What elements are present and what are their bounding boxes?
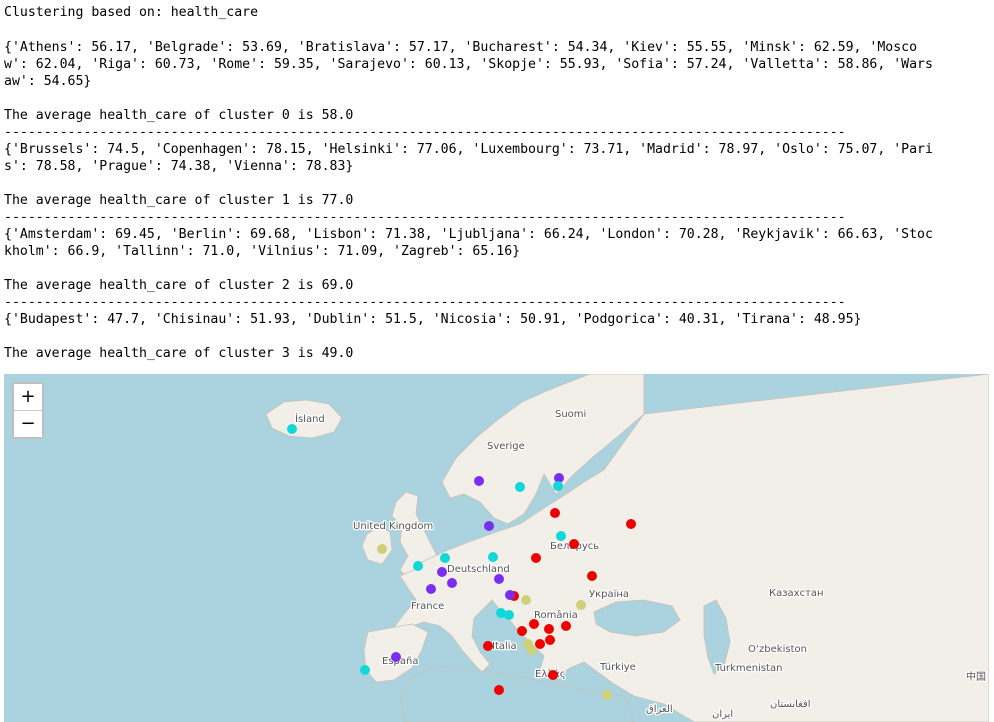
city-marker[interactable] [626,519,636,529]
city-marker[interactable] [505,590,515,600]
cluster-0-dict-line: aw': 54.65} [4,74,92,89]
label-iraq: العراق [646,704,673,715]
cluster-0-dict-line: {'Athens': 56.17, 'Belgrade': 53.69, 'Br… [4,40,918,55]
city-marker[interactable] [576,600,586,610]
city-marker[interactable] [550,508,560,518]
city-marker[interactable] [545,635,555,645]
cluster-0-dict-line: w': 62.04, 'Riga': 60.73, 'Rome': 59.35,… [4,57,933,72]
cluster-3-dict-line: {'Budapest': 47.7, 'Chisinau': 51.93, 'D… [4,312,862,327]
city-marker[interactable] [360,665,370,675]
zoom-out-button[interactable]: − [14,411,42,437]
label-france: France [411,601,444,612]
city-marker[interactable] [515,482,525,492]
label-turkiye: Türkiye [599,662,636,673]
city-marker[interactable] [488,552,498,562]
cluster-2-average: The average health_care of cluster 2 is … [4,278,354,293]
city-marker[interactable] [521,595,531,605]
cluster-1-dict-line: {'Brussels': 74.5, 'Copenhagen': 78.15, … [4,142,933,157]
cluster-2-dict-line: kholm': 66.9, 'Tallinn': 71.0, 'Vilnius'… [4,244,521,259]
city-marker[interactable] [391,652,401,662]
city-marker[interactable] [494,685,504,695]
label-iran: ایران [712,709,733,720]
separator: ----------------------------------------… [4,125,846,140]
zoom-control: + − [12,382,44,439]
city-marker[interactable] [556,531,566,541]
city-marker[interactable] [494,574,504,584]
city-marker[interactable] [474,476,484,486]
label-turkmenistan: Turkmenistan [714,663,782,674]
cluster-2-dict-line: {'Amsterdam': 69.45, 'Berlin': 69.68, 'L… [4,227,933,242]
label-kazakhstan: Казахстан [769,588,824,599]
city-marker[interactable] [602,690,612,700]
label-afghanistan: افغانستان [770,699,811,710]
city-marker[interactable] [569,539,579,549]
city-marker[interactable] [413,561,423,571]
label-romania: România [534,609,578,621]
city-marker[interactable] [531,553,541,563]
city-marker[interactable] [517,626,527,636]
cluster-1-average: The average health_care of cluster 1 is … [4,193,354,208]
city-marker[interactable] [553,481,563,491]
label-italia: Italia [492,641,517,652]
cluster-3-average: The average health_care of cluster 3 is … [4,346,354,361]
city-marker[interactable] [535,639,545,649]
map-canvas[interactable]: Ísland Suomi Sverige United Kingdom Бела… [4,374,989,722]
city-marker[interactable] [287,424,297,434]
separator: ----------------------------------------… [4,210,846,225]
city-marker[interactable] [527,645,537,655]
label-sverige: Sverige [487,441,525,452]
city-marker[interactable] [426,584,436,594]
city-marker[interactable] [377,544,387,554]
cluster-1-dict-line: s': 78.58, 'Prague': 74.38, 'Vienna': 78… [4,159,354,174]
label-uk: United Kingdom [353,521,433,532]
label-ukraina: Україна [589,589,629,600]
city-marker[interactable] [447,578,457,588]
city-marker[interactable] [437,567,447,577]
label-china: 中国 [966,670,986,683]
leaflet-map[interactable]: Ísland Suomi Sverige United Kingdom Бела… [4,374,989,722]
city-marker[interactable] [561,621,571,631]
city-marker[interactable] [504,610,514,620]
city-marker[interactable] [483,641,493,651]
separator: ----------------------------------------… [4,295,846,310]
city-marker[interactable] [484,521,494,531]
cluster-0-average: The average health_care of cluster 0 is … [4,108,354,123]
label-suomi: Suomi [555,409,586,420]
label-uzbekistan: O‘zbekiston [748,644,807,655]
city-marker[interactable] [529,619,539,629]
city-marker[interactable] [587,571,597,581]
city-marker[interactable] [544,624,554,634]
zoom-in-button[interactable]: + [14,384,42,411]
notebook-output: Clustering based on: health_care {'Athen… [4,0,990,361]
city-marker[interactable] [548,670,558,680]
city-marker[interactable] [440,553,450,563]
label-island: Ísland [295,412,325,425]
label-deutschland: Deutschland [447,564,510,575]
clustering-header: Clustering based on: health_care [4,5,259,20]
